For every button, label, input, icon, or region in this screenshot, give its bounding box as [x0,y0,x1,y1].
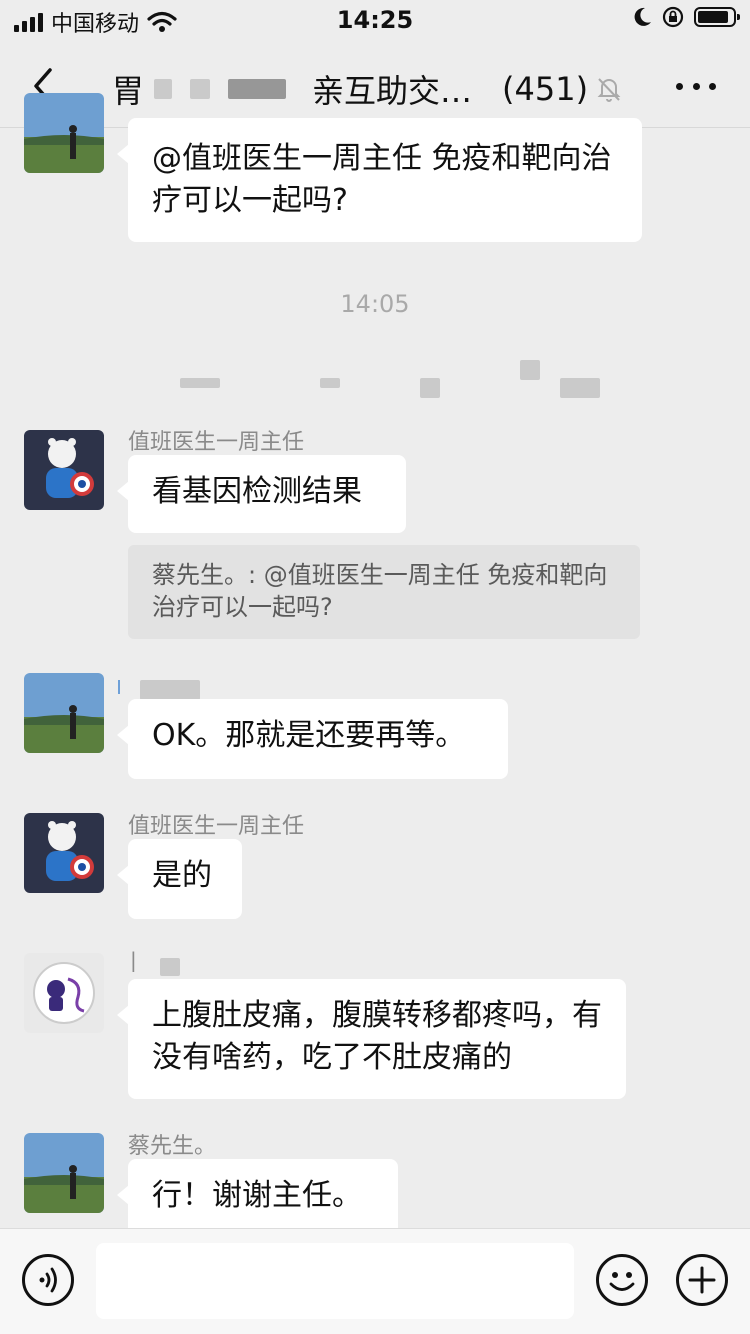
landscape-avatar-icon [24,1133,104,1213]
message-bubble[interactable]: OK。那就是还要再等。 [117,699,508,779]
redacted-name [190,79,211,99]
input-bar [0,1228,750,1334]
avatar[interactable] [24,953,104,1033]
status-right [632,6,740,28]
redacted-name [154,79,173,99]
more-icon[interactable] [676,74,716,98]
quote-text: 蔡先生。: @值班医生一周主任 免疫和靶向治疗可以一起吗? [152,561,608,621]
cartoon-avatar-icon [24,953,104,1033]
sender-name: 值班医生一周主任 [128,814,305,839]
landscape-avatar-icon [24,93,104,173]
message-text: 看基因检测结果 [152,474,362,509]
bear-avatar-icon [24,430,104,510]
message-text: 行！谢谢主任。 [152,1178,362,1213]
message-bubble[interactable]: 看基因检测结果 [117,455,406,533]
message-text: 上腹肚皮痛，腹膜转移都疼吗，有没有啥药，吃了不肚皮痛的 [152,998,602,1075]
sender-name: 蔡先生。 [128,1134,217,1159]
avatar[interactable] [24,673,104,753]
voice-icon[interactable] [22,1254,74,1306]
avatar[interactable] [24,813,104,893]
message-text: @值班医生一周主任 免疫和靶向治疗可以一起吗? [152,141,612,218]
battery-icon [694,7,740,27]
sender-name: 值班医生一周主任 [128,430,305,455]
message-bubble[interactable]: 上腹肚皮痛，腹膜转移都疼吗，有没有啥药，吃了不肚皮痛的 [117,979,626,1099]
redacted-sender: | [128,948,208,976]
message-bubble[interactable]: @值班医生一周主任 免疫和靶向治疗可以一起吗? [117,118,642,242]
avatar[interactable] [24,430,104,510]
message-bubble[interactable]: 行！谢谢主任。 [117,1159,398,1239]
message-text: 是的 [152,858,212,893]
moon-icon [634,7,651,26]
avatar[interactable] [24,1133,104,1213]
member-count: (451) [502,70,589,108]
status-bar: 中国移动 14:25 [0,0,750,40]
title-main: 亲互助交… [312,72,473,110]
chat-timestamp: 14:05 [340,290,410,318]
plus-icon[interactable] [676,1254,728,1306]
title-prefix: 胃 [112,72,145,110]
bear-avatar-icon [24,813,104,893]
quoted-message[interactable]: 蔡先生。: @值班医生一周主任 免疫和靶向治疗可以一起吗? [128,545,640,639]
nav-bar: 胃 亲互助交… (451) [0,44,750,128]
landscape-avatar-icon [24,673,104,753]
mute-bell-icon [597,78,621,102]
redacted-notice [0,360,750,400]
message-input[interactable] [96,1243,574,1319]
emoji-icon[interactable] [596,1254,648,1306]
redacted-name [228,79,287,99]
chat-title[interactable]: 胃 亲互助交… (451) [112,66,622,112]
message-bubble[interactable]: 是的 [117,839,242,919]
avatar[interactable] [24,93,104,173]
message-text: OK。那就是还要再等。 [152,718,466,753]
orientation-lock-icon [662,6,684,28]
